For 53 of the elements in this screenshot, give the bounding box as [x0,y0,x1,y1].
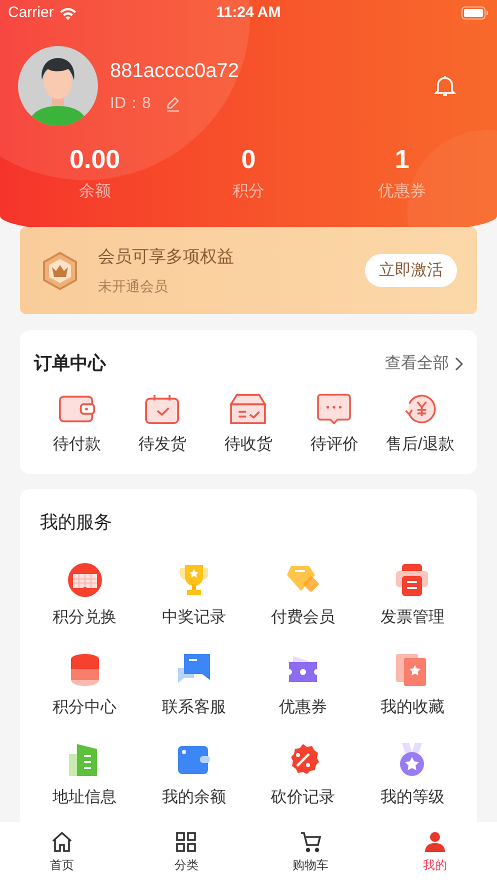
view-all-link[interactable]: 查看全部 [385,352,463,376]
order-title: 订单中心 [34,352,106,375]
grid-icon [174,830,198,854]
carrier-label: Carrier [8,2,54,23]
service-item[interactable]: 我的等级 [358,742,467,810]
service-item[interactable]: 我的余额 [139,742,248,810]
service-item[interactable]: 优惠券 [248,652,358,720]
service-item[interactable]: 积分兑换 [30,562,140,630]
order-status-item[interactable]: 待付款 [34,393,120,457]
service-item[interactable]: 联系客服 [139,652,248,720]
battery-icon [461,6,490,20]
tab-item[interactable]: 我的 [372,830,497,883]
service-item[interactable]: 付费会员 [248,562,358,630]
printer-icon [394,562,430,598]
chevron-right-icon [455,356,463,370]
calendar-icon [66,562,103,598]
wifi-icon [58,6,77,20]
clock-time: 11:24 AM [216,2,281,23]
service-item[interactable]: 地址信息 [30,742,140,810]
calendar-check-icon [144,393,182,425]
membership-subtitle: 未开通会员 [98,276,169,296]
tab-item[interactable]: 购物车 [248,830,373,883]
tab-item[interactable]: 分类 [124,830,248,883]
stat-value: 1 [394,143,410,176]
service-item[interactable]: 积分中心 [30,652,140,720]
wallet-icon [58,393,96,425]
order-status-item[interactable]: 待评价 [291,393,378,457]
stat-value: 0 [241,143,256,176]
stat-label: 优惠券 [378,182,426,202]
services-title: 我的服务 [40,512,112,532]
membership-title: 会员可享多项权益 [98,246,235,268]
box-icon [229,393,268,425]
bell-icon[interactable] [433,74,457,98]
username: 881acccc0a72 [110,59,240,84]
stat-label: 积分 [232,182,264,202]
user-id: ID：8 [110,94,151,114]
stat-label: 余额 [78,182,111,202]
edit-icon[interactable] [164,96,181,112]
cart-icon [298,830,323,854]
order-status-item[interactable]: 待发货 [120,393,206,457]
activate-button[interactable]: 立即激活 [365,254,457,287]
order-status-item[interactable]: 售后/退款 [377,393,463,457]
order-status-item[interactable]: 待收货 [206,393,292,457]
service-item[interactable]: 砍价记录 [248,742,358,810]
service-item[interactable]: 发票管理 [358,562,467,630]
service-item[interactable]: 我的收藏 [358,652,467,720]
crown-badge-icon [40,250,80,290]
service-item[interactable]: 中奖记录 [139,562,248,630]
stat-value: 0.00 [70,143,120,176]
tab-item[interactable]: 首页 [0,830,124,883]
person-icon [422,830,447,854]
home-icon [50,830,74,854]
chat-bubble-icon [315,393,354,425]
